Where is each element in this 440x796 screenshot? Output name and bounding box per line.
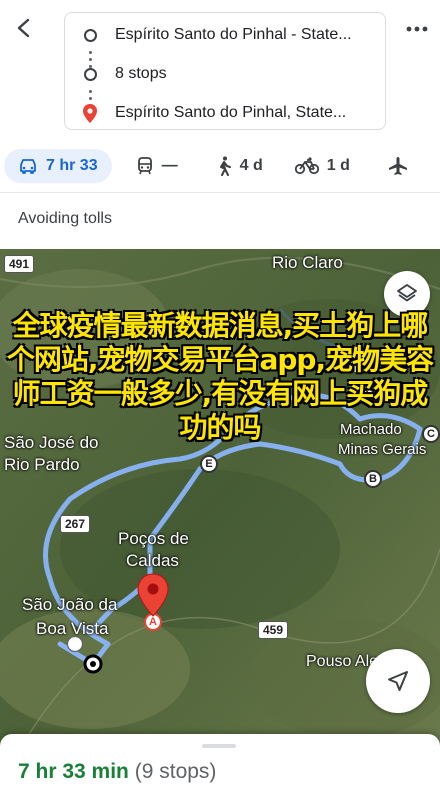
directions-header: Espírito Santo do Pinhal - State... 8 st… [0,0,440,140]
route-card[interactable]: Espírito Santo do Pinhal - State... 8 st… [64,12,386,130]
walk-icon [219,156,231,176]
stops-text: 8 stops [115,65,167,82]
destination-text: Espírito Santo do Pinhal, State... [115,104,347,121]
mode-drive-tab[interactable]: 7 hr 33 [4,149,112,183]
travel-modes-bar: 7 hr 33 — 4 d 1 d [0,140,440,192]
recenter-button[interactable] [366,649,430,713]
more-dots-icon [406,26,428,32]
road-shield-491: 491 [4,255,35,273]
origin-circle-icon [83,28,97,42]
map-view[interactable]: 491 267 459 Rio Claro São José do Rio Pa… [0,249,440,749]
road-shield-459: 459 [258,621,289,639]
waypoint-marker-b[interactable]: B [364,470,382,488]
road-shield-267: 267 [60,515,91,533]
route-summary-sheet[interactable]: 7 hr 33 min (9 stops) [0,734,440,796]
stop-circle-icon [83,67,97,81]
navigation-arrow-icon [388,671,408,691]
route-summary: 7 hr 33 min (9 stops) [18,760,216,784]
sheet-drag-handle[interactable] [202,744,236,748]
mode-bike-tab[interactable]: 1 d [283,149,362,183]
waypoint-white-dot-icon[interactable] [66,635,84,653]
drive-duration: 7 hr 33 [46,157,98,174]
destination-row[interactable]: Espírito Santo do Pinhal, State... [65,95,385,131]
transit-duration: — [161,157,178,174]
waypoint-marker-e[interactable]: E [200,455,218,473]
mode-walk-tab[interactable]: 4 d [204,149,275,183]
walk-duration: 4 d [239,157,263,174]
place-label-pocos: Poços de [118,529,189,548]
bike-duration: 1 d [326,157,350,174]
back-button[interactable] [6,10,42,46]
place-label-sao-joao: São João da [22,595,118,614]
total-duration: 7 hr 33 min [18,760,129,783]
origin-map-marker-icon[interactable] [83,654,103,674]
total-stops: (9 stops) [134,760,217,783]
avoid-tolls-notice: Avoiding tolls [18,210,112,227]
mode-transit-tab[interactable]: — [124,149,190,183]
more-options-button[interactable] [402,14,432,44]
place-label-rio-claro: Rio Claro [272,253,343,272]
place-label-rio-pardo: Rio Pardo [4,455,80,474]
destination-map-pin-icon[interactable] [136,573,170,617]
destination-pin-icon [83,103,97,123]
origin-text: Espírito Santo do Pinhal - State... [115,26,352,43]
mode-flight-tab[interactable] [376,149,420,183]
modes-divider [0,192,440,193]
bike-icon [294,157,319,175]
overlay-spam-text: 全球疫情最新数据消息,买土狗上哪个网站,宠物交易平台app,宠物美容师工资一般多… [6,309,434,444]
transit-icon [137,157,152,175]
place-label-caldas: Caldas [126,551,179,570]
layers-icon [397,284,417,302]
back-arrow-icon [17,18,30,38]
airplane-icon [388,157,407,175]
stops-row[interactable]: 8 stops [65,56,385,92]
car-icon [20,159,36,174]
origin-row[interactable]: Espírito Santo do Pinhal - State... [65,17,385,53]
